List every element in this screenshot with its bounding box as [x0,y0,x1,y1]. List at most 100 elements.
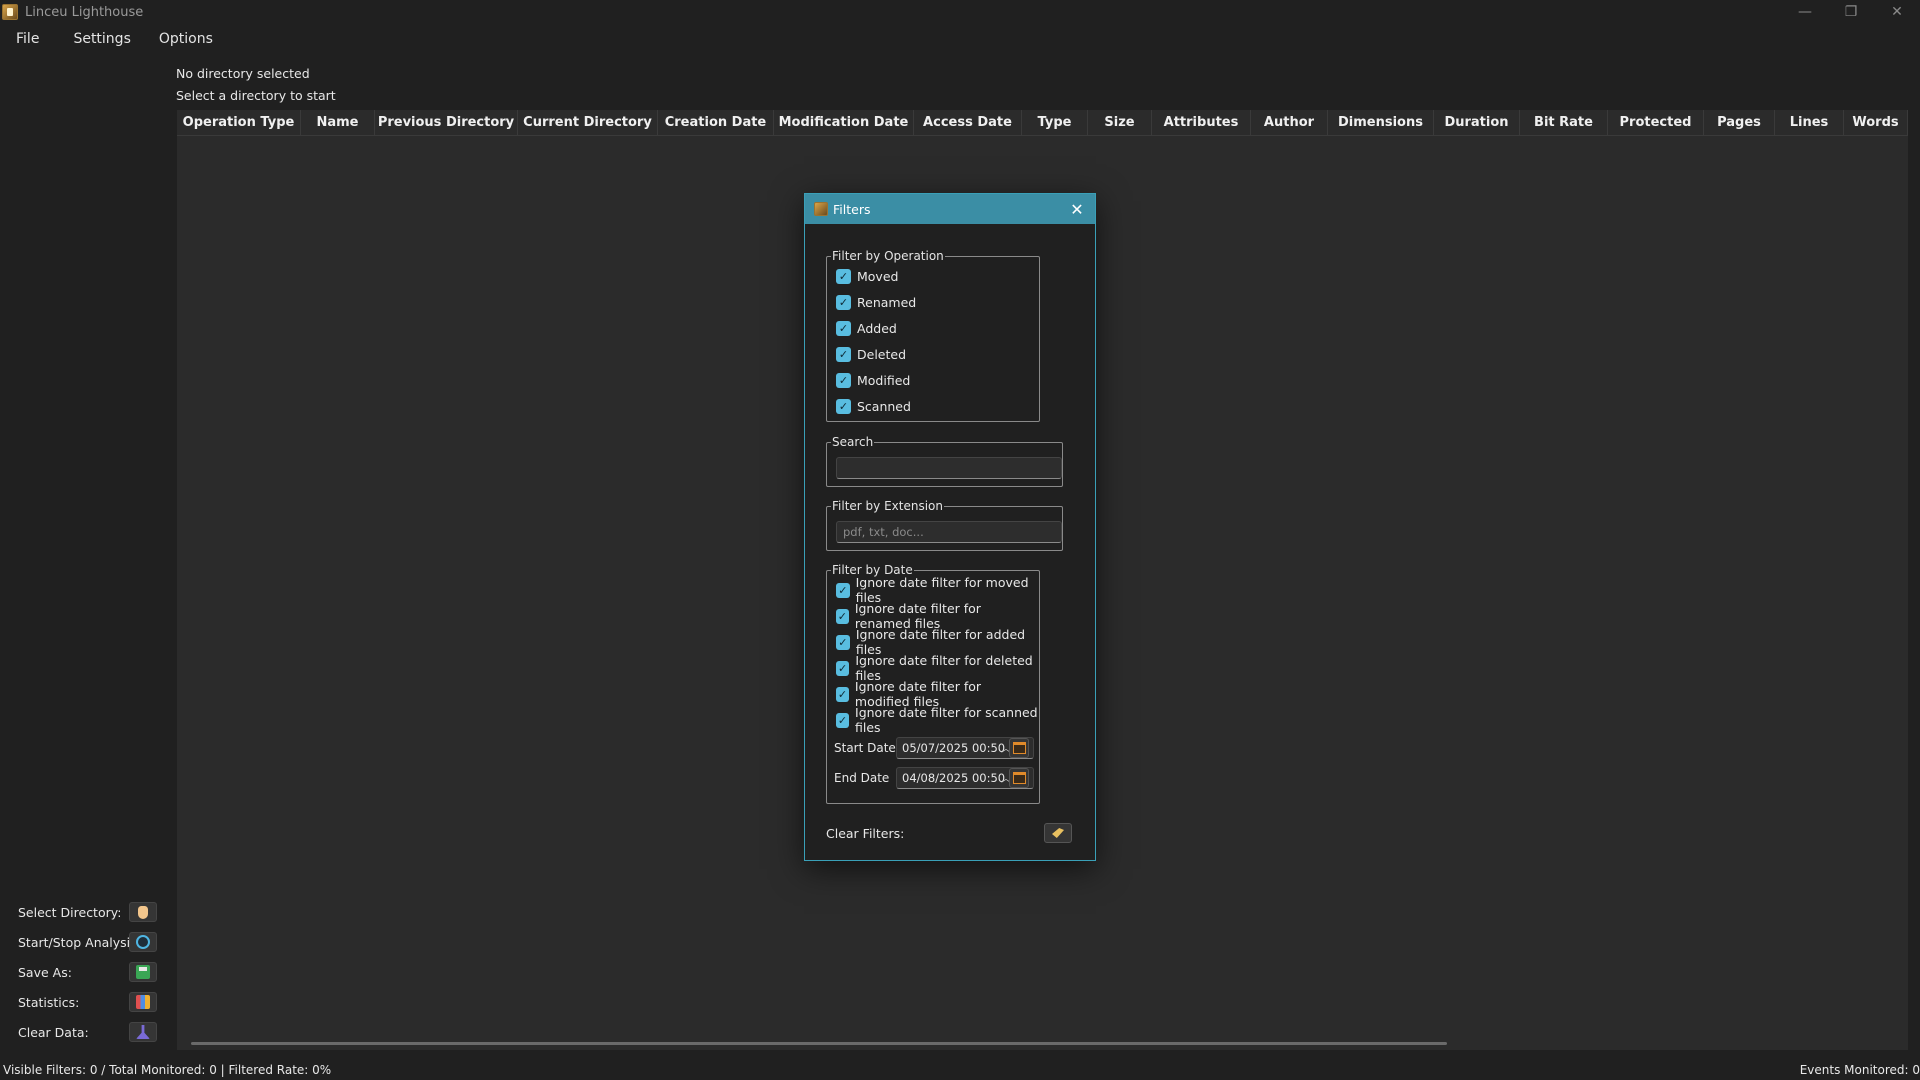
checkbox-checked-icon[interactable]: ✓ [836,294,851,310]
operation-added-option[interactable]: ✓ Added [827,315,1039,341]
save-icon [136,965,150,979]
hand-pointer-icon [138,905,148,919]
option-label: Modified [857,372,911,388]
ignore-date-deleted-option[interactable]: ✓ Ignore date filter for deleted files [827,653,1039,683]
operation-scanned-option[interactable]: ✓ Scanned [827,393,1039,419]
menu-file[interactable]: File [0,28,59,50]
column-header-pages[interactable]: Pages [1704,110,1775,136]
search-input[interactable] [836,457,1062,479]
checkbox-checked-icon[interactable]: ✓ [836,582,850,598]
column-header-dimensions[interactable]: Dimensions [1328,110,1434,136]
operation-modified-option[interactable]: ✓ Modified [827,367,1039,393]
app-logo-icon [814,202,828,216]
checkbox-checked-icon[interactable]: ✓ [836,686,849,702]
column-header-access-date[interactable]: Access Date [914,110,1022,136]
column-header-bit-rate[interactable]: Bit Rate [1520,110,1608,136]
menu-settings[interactable]: Settings [59,28,144,50]
filter-by-operation-group: Filter by Operation ✓ Moved ✓ Renamed ✓ Add… [826,249,1040,422]
menu-options[interactable]: Options [145,28,227,50]
column-header-modification-date[interactable]: Modification Date [774,110,914,136]
app-title: Linceu Lighthouse [25,4,144,20]
column-header-current-directory[interactable]: Current Directory [518,110,658,136]
operation-renamed-option[interactable]: ✓ Renamed [827,289,1039,315]
statistics-button[interactable] [129,992,157,1012]
broom-icon [1052,828,1064,838]
clear-data-icon [136,1025,150,1039]
end-date-calendar-button[interactable] [1009,768,1029,788]
column-header-creation-date[interactable]: Creation Date [658,110,774,136]
ignore-date-scanned-option[interactable]: ✓ Ignore date filter for scanned files [827,705,1039,735]
table-header: Operation Type Name Previous Directory C… [177,110,1908,136]
start-stop-analysis-button[interactable] [129,932,157,952]
title-bar: Linceu Lighthouse — ❐ ✕ [0,0,1920,24]
clear-data-label: Clear Data: [18,1024,89,1040]
checkbox-checked-icon[interactable]: ✓ [836,660,850,676]
menu-bar: File Settings Options [0,28,227,50]
filter-by-date-group: Filter by Date ✓ Ignore date filter for m… [826,563,1040,804]
ignore-date-added-option[interactable]: ✓ Ignore date filter for added files [827,627,1039,657]
start-date-row: Start Date 05/07/2025 00:50 ︿ ﹀ [827,733,1039,763]
column-header-lines[interactable]: Lines [1775,110,1844,136]
column-header-author[interactable]: Author [1251,110,1328,136]
option-label: Ignore date filter for scanned files [855,705,1038,735]
column-header-name[interactable]: Name [301,110,375,136]
filter-by-extension-legend: Filter by Extension [832,499,943,513]
operation-deleted-option[interactable]: ✓ Deleted [827,341,1039,367]
clear-filters-button[interactable] [1044,823,1072,843]
column-header-duration[interactable]: Duration [1434,110,1520,136]
close-window-button[interactable]: ✕ [1874,0,1920,24]
statistics-icon [136,995,150,1009]
save-as-row: Save As: [18,957,158,987]
filters-dialog-title: Filters [833,201,871,217]
column-header-attributes[interactable]: Attributes [1152,110,1251,136]
checkbox-checked-icon[interactable]: ✓ [836,372,851,388]
column-header-type[interactable]: Type [1022,110,1088,136]
filters-dialog: Filters ✕ Filter by Operation ✓ Moved ✓ Re… [804,193,1096,861]
start-date-calendar-button[interactable] [1009,738,1029,758]
column-header-operation-type[interactable]: Operation Type [177,110,301,136]
status-bar: Visible Filters: 0 / Total Monitored: 0 … [0,1060,1920,1080]
ignore-date-modified-option[interactable]: ✓ Ignore date filter for modified files [827,679,1039,709]
events-monitored-text: Events Monitored: 0 [1799,1063,1920,1077]
maximize-button[interactable]: ❐ [1828,0,1874,24]
ignore-date-renamed-option[interactable]: ✓ Ignore date filter for renamed files [827,601,1039,631]
checkbox-checked-icon[interactable]: ✓ [836,398,851,414]
statistics-label: Statistics: [18,994,80,1010]
clear-data-button[interactable] [129,1022,157,1042]
filter-status-text: Visible Filters: 0 / Total Monitored: 0 … [3,1063,332,1077]
column-header-previous-directory[interactable]: Previous Directory [375,110,518,136]
start-date-label: Start Date [834,741,896,755]
filters-dialog-titlebar[interactable]: Filters ✕ [805,194,1095,224]
save-as-button[interactable] [129,962,157,982]
clear-filters-row: Clear Filters: [826,822,1072,844]
calendar-icon [1012,742,1026,754]
end-date-label: End Date [834,771,890,785]
option-label: Deleted [857,346,907,362]
search-group: Search [826,435,1063,487]
start-stop-analysis-row: Start/Stop Analysis: [18,927,158,957]
close-dialog-button[interactable]: ✕ [1067,199,1087,219]
directory-status: No directory selected [176,66,310,81]
column-header-words[interactable]: Words [1844,110,1908,136]
checkbox-checked-icon[interactable]: ✓ [836,346,851,362]
directory-info: No directory selected Select a directory… [176,65,336,109]
minimize-button[interactable]: — [1782,0,1828,24]
extension-input[interactable]: pdf, txt, doc... [836,521,1062,543]
operation-moved-option[interactable]: ✓ Moved [827,263,1039,289]
option-label: Renamed [857,294,917,310]
filter-by-operation-legend: Filter by Operation [832,249,944,263]
checkbox-checked-icon[interactable]: ✓ [836,608,849,624]
checkbox-checked-icon[interactable]: ✓ [836,268,851,284]
ignore-date-moved-option[interactable]: ✓ Ignore date filter for moved files [827,575,1039,605]
app-logo-icon [2,4,18,20]
select-directory-button[interactable] [129,902,157,922]
action-panel: Select Directory: Start/Stop Analysis: S… [18,897,158,1047]
column-header-protected[interactable]: Protected [1608,110,1704,136]
column-header-size[interactable]: Size [1088,110,1152,136]
calendar-icon [1012,772,1026,784]
start-date-value: 05/07/2025 00:50 [902,741,1006,755]
checkbox-checked-icon[interactable]: ✓ [836,634,850,650]
horizontal-scrollbar[interactable] [191,1042,1447,1045]
checkbox-checked-icon[interactable]: ✓ [836,320,851,336]
checkbox-checked-icon[interactable]: ✓ [836,712,850,728]
